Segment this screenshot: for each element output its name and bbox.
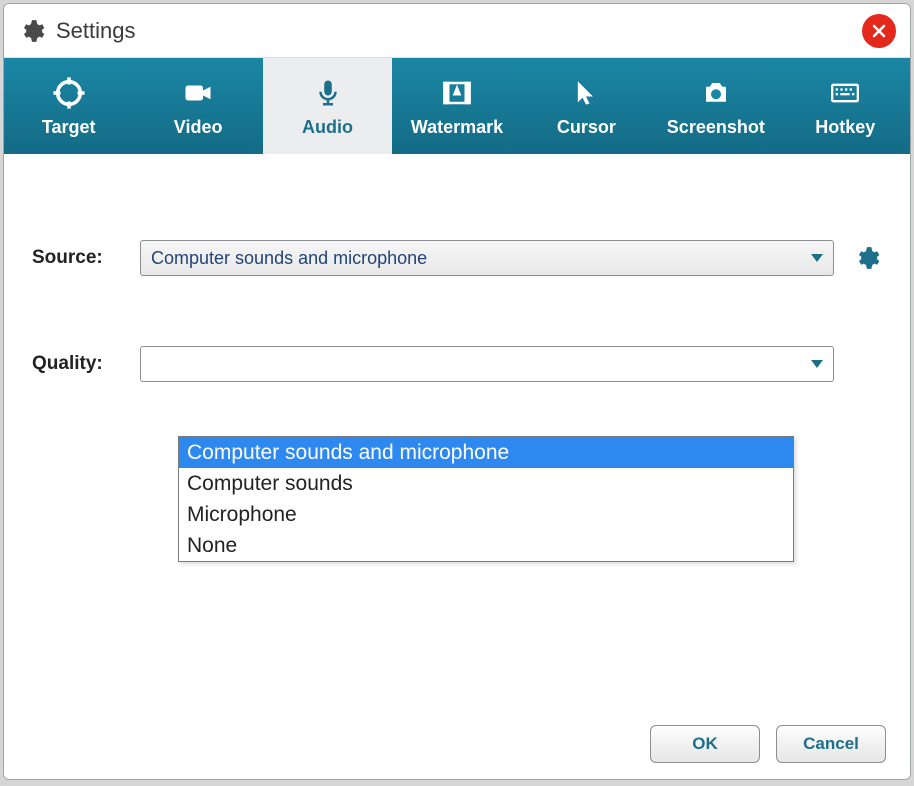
quality-dropdown[interactable] (140, 346, 834, 382)
tab-label: Audio (302, 117, 353, 138)
source-option[interactable]: Computer sounds and microphone (179, 437, 793, 468)
source-option[interactable]: Microphone (179, 499, 793, 530)
microphone-icon (308, 75, 348, 111)
cancel-button[interactable]: Cancel (776, 725, 886, 763)
target-icon (49, 75, 89, 111)
tab-cursor[interactable]: Cursor (522, 58, 651, 154)
settings-window: Settings Target Video Audio (3, 3, 911, 780)
video-icon (178, 75, 218, 111)
tab-audio[interactable]: Audio (263, 58, 392, 154)
quality-row: Quality: (32, 346, 882, 382)
tab-screenshot[interactable]: Screenshot (651, 58, 780, 154)
source-dropdown-list: Computer sounds and microphone Computer … (178, 436, 794, 562)
source-row: Source: Computer sounds and microphone (32, 240, 882, 276)
chevron-down-icon (811, 254, 823, 262)
tab-label: Screenshot (667, 117, 765, 138)
source-value: Computer sounds and microphone (151, 248, 427, 269)
watermark-icon (437, 75, 477, 111)
quality-label: Quality: (32, 353, 122, 375)
cursor-icon (566, 75, 606, 111)
source-dropdown[interactable]: Computer sounds and microphone (140, 240, 834, 276)
tab-label: Watermark (411, 117, 503, 138)
chevron-down-icon (811, 360, 823, 368)
tab-label: Video (174, 117, 223, 138)
tab-bar: Target Video Audio Watermark Cursor (4, 58, 910, 154)
tab-label: Target (42, 117, 96, 138)
source-option[interactable]: Computer sounds (179, 468, 793, 499)
keyboard-icon (825, 75, 865, 111)
tab-watermark[interactable]: Watermark (392, 58, 521, 154)
tab-label: Cursor (557, 117, 616, 138)
footer: OK Cancel (4, 709, 910, 779)
window-title: Settings (56, 18, 136, 44)
tab-video[interactable]: Video (133, 58, 262, 154)
titlebar: Settings (4, 4, 910, 58)
content-panel: Source: Computer sounds and microphone Q… (4, 154, 910, 709)
tab-label: Hotkey (815, 117, 875, 138)
camera-icon (696, 75, 736, 111)
close-button[interactable] (862, 14, 896, 48)
source-label: Source: (32, 247, 122, 269)
tab-hotkey[interactable]: Hotkey (781, 58, 910, 154)
source-option[interactable]: None (179, 530, 793, 561)
tab-target[interactable]: Target (4, 58, 133, 154)
ok-button[interactable]: OK (650, 725, 760, 763)
gear-icon (18, 17, 46, 45)
source-settings-button[interactable] (852, 243, 882, 273)
